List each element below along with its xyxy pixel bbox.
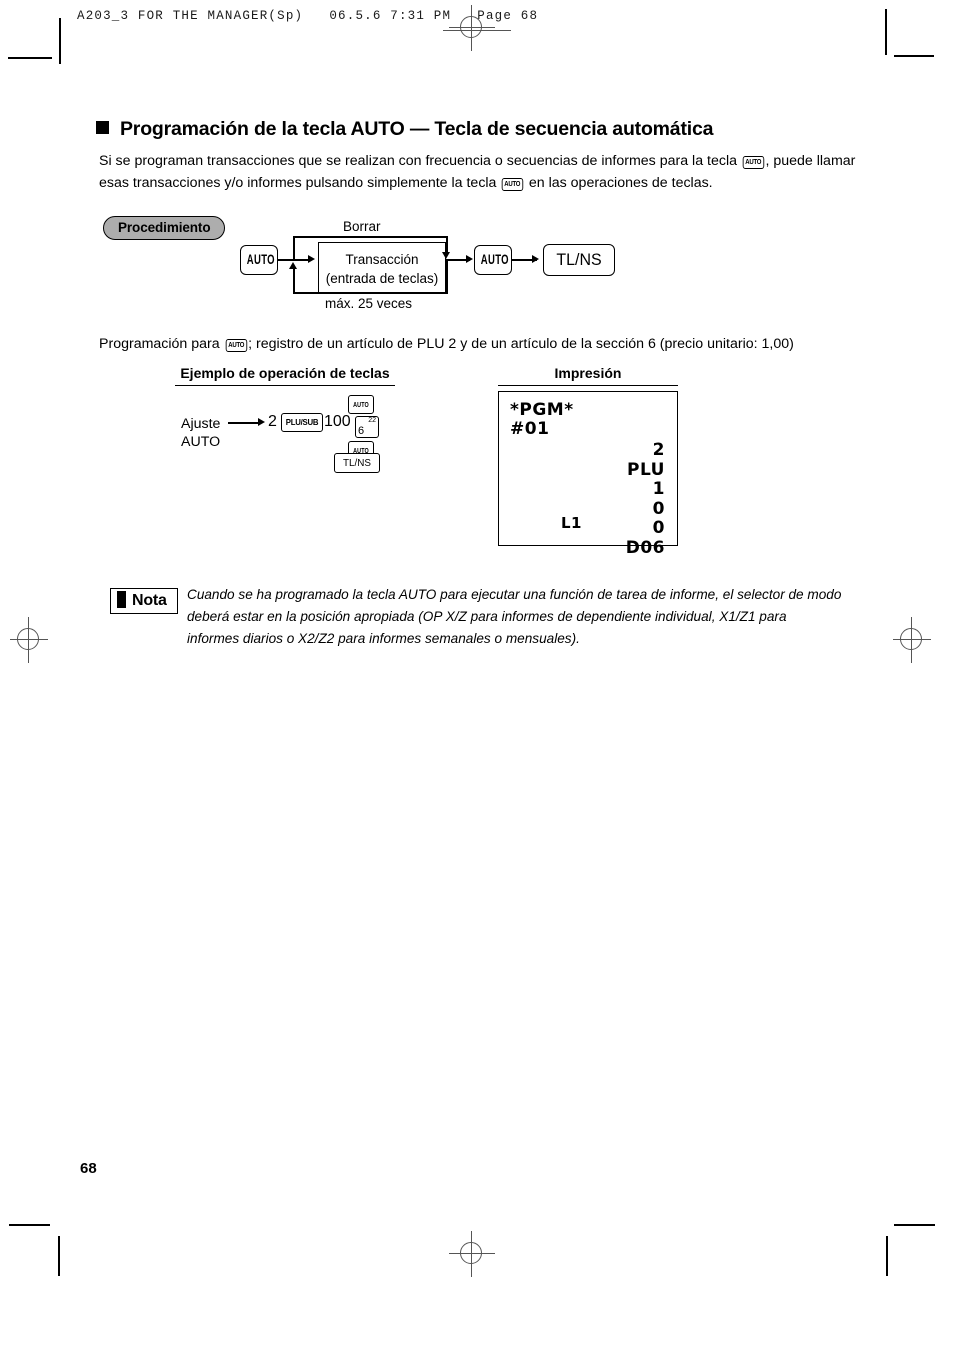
- example-price-entry: 100: [324, 413, 351, 430]
- receipt-value-line: 0: [652, 518, 665, 538]
- receipt-printout: *PGM* #01 2 PLU 1 0 0 D06 L1: [498, 391, 678, 557]
- key-plu-sub: PLU/SUB: [281, 413, 323, 432]
- crop-mark-bottom-left-horizontal: [9, 1224, 50, 1226]
- scan-header-rule: [443, 30, 511, 31]
- receipt-header-lines: *PGM* #01: [510, 401, 574, 439]
- receipt-value-line: 1: [652, 479, 665, 499]
- note-label: Nota: [132, 592, 167, 609]
- note-text: Cuando se ha programado la tecla AUTO pa…: [187, 587, 842, 646]
- key-tlns-example: TL/NS: [334, 453, 380, 473]
- flow-key-auto-end: AUTO: [474, 245, 512, 275]
- registration-mark-bottom: [449, 1231, 495, 1277]
- program-note-part1: Programación para: [99, 336, 224, 352]
- program-note-paragraph: Programación para AUTO; registro de un a…: [99, 333, 859, 355]
- flow-box-line2: (entrada de teclas): [325, 271, 439, 286]
- receipt-value-line: 0: [652, 498, 665, 519]
- example-arrow-line: [228, 422, 258, 424]
- flow-arrow-into-box: [308, 255, 315, 263]
- program-note-part2: ; registro de un artículo de PLU 2 y de …: [248, 336, 794, 352]
- flow-label-max: máx. 25 veces: [325, 296, 413, 311]
- receipt-value-line: PLU: [627, 459, 665, 480]
- flow-arrow-borrar-down: [442, 252, 450, 259]
- key-auto-top: AUTO: [348, 395, 374, 414]
- note-label-box: Nota: [110, 588, 178, 614]
- crop-mark-top-left-vertical: [59, 18, 61, 64]
- page-title: Programación de la tecla AUTO — Tecla de…: [96, 118, 713, 141]
- flow-line-max-left: [293, 268, 295, 294]
- crop-mark-bottom-right-horizontal: [894, 1224, 935, 1226]
- page-number: 68: [80, 1160, 97, 1177]
- flow-key-auto-start: AUTO: [240, 245, 278, 275]
- example-action-line2: AUTO: [181, 434, 221, 450]
- example-plu-number: 2: [268, 413, 277, 430]
- flow-box-transaction: Transacción (entrada de teclas): [318, 242, 446, 294]
- flow-line-max-right: [446, 259, 448, 294]
- crop-mark-bottom-right-vertical: [886, 1236, 888, 1276]
- scan-header-text: A203_3 FOR THE MANAGER(Sp) 06.5.6 7:31 P…: [77, 9, 539, 23]
- flow-box-line1: Transacción: [345, 252, 419, 267]
- intro-text-part1: Si se programan transacciones que se rea…: [99, 153, 741, 169]
- receipt-value-line: 2: [652, 440, 665, 460]
- intro-text-part3: en las operaciones de teclas.: [524, 175, 713, 191]
- receipt-value-line: D06: [625, 537, 665, 558]
- crop-mark-bottom-left-vertical: [58, 1236, 60, 1276]
- crop-mark-top-right-horizontal: [894, 55, 934, 57]
- flow-arrow-to-tlns: [532, 255, 539, 263]
- flow-arrow-to-auto-end: [466, 255, 473, 263]
- note-bar-icon: [117, 591, 126, 608]
- key-department-6: 6 22: [355, 416, 379, 438]
- crop-mark-top-left-horizontal: [8, 57, 52, 59]
- key-department-superscript: 22: [368, 417, 376, 424]
- receipt-right-column: 2 PLU 1 0 0 D06: [625, 440, 665, 558]
- flow-line-max-bottom: [293, 292, 448, 294]
- receipt-line-number: #01: [510, 419, 550, 439]
- intro-paragraph: Si se programan transacciones que se rea…: [99, 150, 859, 194]
- auto-key-icon: AUTO: [225, 339, 247, 352]
- receipt-line-pgm: *PGM*: [510, 400, 574, 420]
- page-title-text: Programación de la tecla AUTO — Tecla de…: [120, 118, 714, 140]
- receipt-left-bottom: L1: [561, 514, 582, 532]
- flow-label-borrar: Borrar: [343, 219, 381, 234]
- auto-key-icon: AUTO: [742, 156, 764, 169]
- flow-line-borrar-top: [293, 236, 448, 238]
- flow-key-tlns: TL/NS: [543, 244, 615, 276]
- example-column-heading: Ejemplo de operación de teclas: [175, 365, 395, 386]
- procedimiento-badge: Procedimiento: [103, 216, 226, 240]
- crop-mark-top-right-vertical: [885, 9, 887, 55]
- registration-mark-right: [889, 617, 935, 663]
- flow-line-borrar-left: [293, 236, 295, 260]
- example-action-line1: Ajuste: [181, 416, 221, 432]
- key-department-number: 6: [358, 425, 365, 437]
- registration-mark-left: [6, 617, 52, 663]
- print-column-heading: Impresión: [498, 365, 678, 386]
- auto-key-icon: AUTO: [502, 178, 524, 191]
- example-arrow-head: [258, 418, 265, 426]
- bullet-square-icon: [96, 121, 109, 134]
- example-action-label: Ajuste AUTO: [181, 415, 220, 451]
- flow-arrow-max-up: [289, 262, 297, 269]
